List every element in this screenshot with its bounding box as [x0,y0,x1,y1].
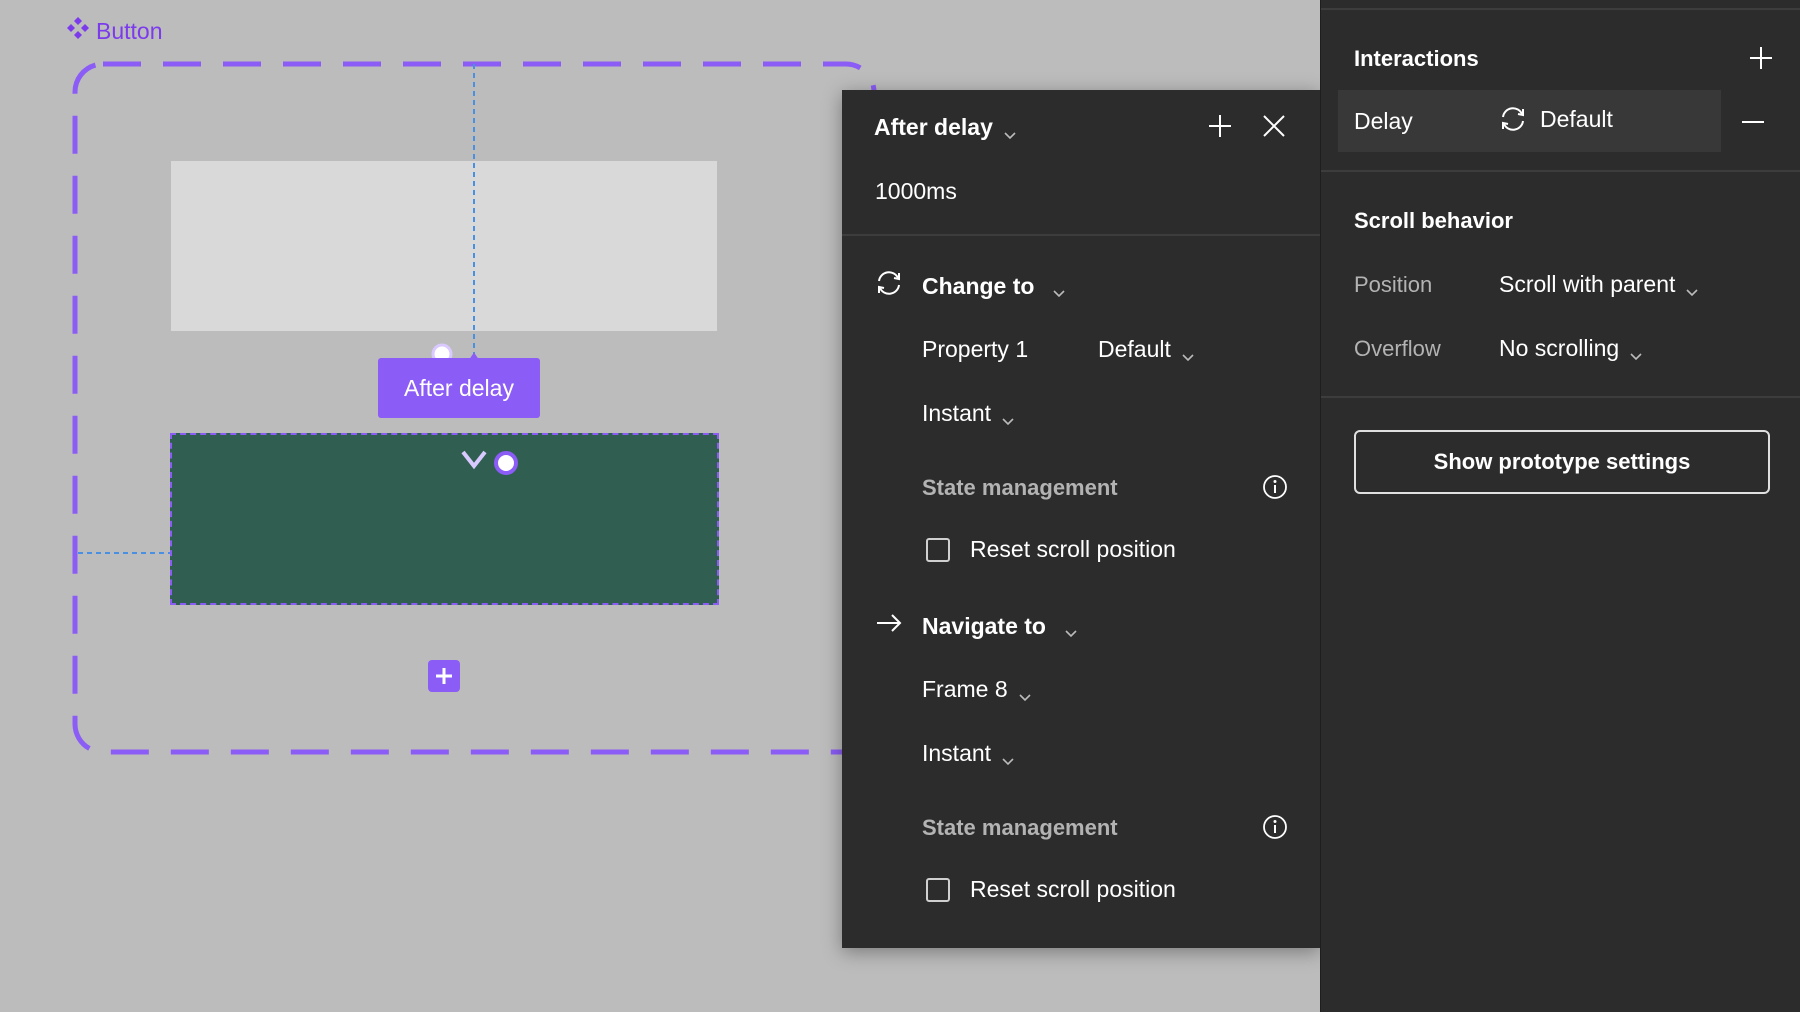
chevron-down-icon [1001,747,1015,765]
action-type-label: Navigate to [922,612,1046,639]
interaction-details-popover: After delay 1000ms Change to Property 1 … [842,90,1320,948]
interactions-title: Interactions [1354,46,1479,71]
remove-interaction-button[interactable] [1737,106,1769,138]
chevron-down-icon [1064,619,1078,638]
panel-divider [1321,396,1800,398]
panel-divider [1321,8,1800,10]
add-action-button[interactable] [1204,110,1236,142]
add-interaction-button[interactable] [1745,42,1777,74]
interaction-action-label: Default [1540,105,1613,132]
chevron-down-icon [1001,407,1015,425]
position-label: Position [1354,272,1433,297]
reset-scroll-checkbox[interactable]: Reset scroll position [926,536,1176,563]
swap-icon [1502,107,1524,131]
trigger-label: After delay [874,114,993,140]
checkbox[interactable] [926,537,950,562]
panel-divider [1321,170,1800,172]
prototype-panel: Interactions Delay Default Scroll behavi… [1320,0,1800,1012]
destination-dropdown[interactable]: Frame 8 [922,676,1032,703]
action-type-dropdown-navigate-to[interactable]: Navigate to [874,608,1078,644]
scroll-behavior-title: Scroll behavior [1354,208,1513,233]
checkbox-label: Reset scroll position [970,536,1176,562]
minus-icon [1742,121,1764,123]
animation-value: Instant [922,740,992,766]
chevron-down-icon [1181,343,1195,361]
destination-value: Frame 8 [922,676,1008,702]
trigger-dropdown[interactable]: After delay [874,114,1017,141]
arrow-right-icon [874,608,904,644]
animation-value: Instant [922,400,992,426]
animation-dropdown[interactable]: Instant [922,400,1015,427]
position-dropdown[interactable]: Scroll with parent [1499,271,1699,298]
close-icon [1263,115,1285,137]
add-variant-button[interactable] [428,660,460,692]
popover-divider [842,234,1320,236]
action-type-dropdown-change-to[interactable]: Change to [874,268,1066,304]
action-type-label: Change to [922,272,1035,299]
chevron-down-icon [1003,121,1017,139]
property-value-dropdown[interactable]: Default [1098,336,1195,363]
chevron-down-icon [1685,278,1699,296]
property-label: Property 1 [922,336,1029,362]
plus-icon [436,668,452,684]
chevron-down-icon [1052,279,1066,298]
animation-dropdown[interactable]: Instant [922,740,1015,767]
position-value: Scroll with parent [1499,271,1676,297]
interaction-action: Default [1498,104,1613,134]
connection-end-node [494,451,518,475]
popover-header: After delay [842,90,1320,160]
show-prototype-settings-button[interactable]: Show prototype settings [1354,430,1770,494]
plus-icon [1750,47,1772,69]
overflow-dropdown[interactable]: No scrolling [1499,335,1643,362]
checkbox-label: Reset scroll position [970,876,1176,902]
interaction-trigger: Delay [1354,108,1413,134]
overflow-label: Overflow [1354,336,1441,361]
checkbox[interactable] [926,877,950,902]
chevron-down-icon [1018,683,1032,701]
overflow-value: No scrolling [1499,335,1620,361]
interaction-trigger-pill[interactable]: After delay [378,358,540,418]
info-icon[interactable] [1262,814,1288,840]
state-management-title: State management [922,815,1118,840]
connection-arrow-down [461,450,487,470]
reset-scroll-checkbox[interactable]: Reset scroll position [926,876,1176,903]
plus-icon [1209,115,1231,137]
state-management-title: State management [922,475,1118,500]
interaction-row[interactable]: Delay Default [1338,90,1721,152]
swap-icon [874,268,904,304]
property-value: Default [1098,336,1171,362]
info-icon[interactable] [1262,474,1288,500]
delay-input[interactable]: 1000ms [875,178,957,205]
close-popover-button[interactable] [1258,110,1290,142]
chevron-down-icon [1629,342,1643,360]
